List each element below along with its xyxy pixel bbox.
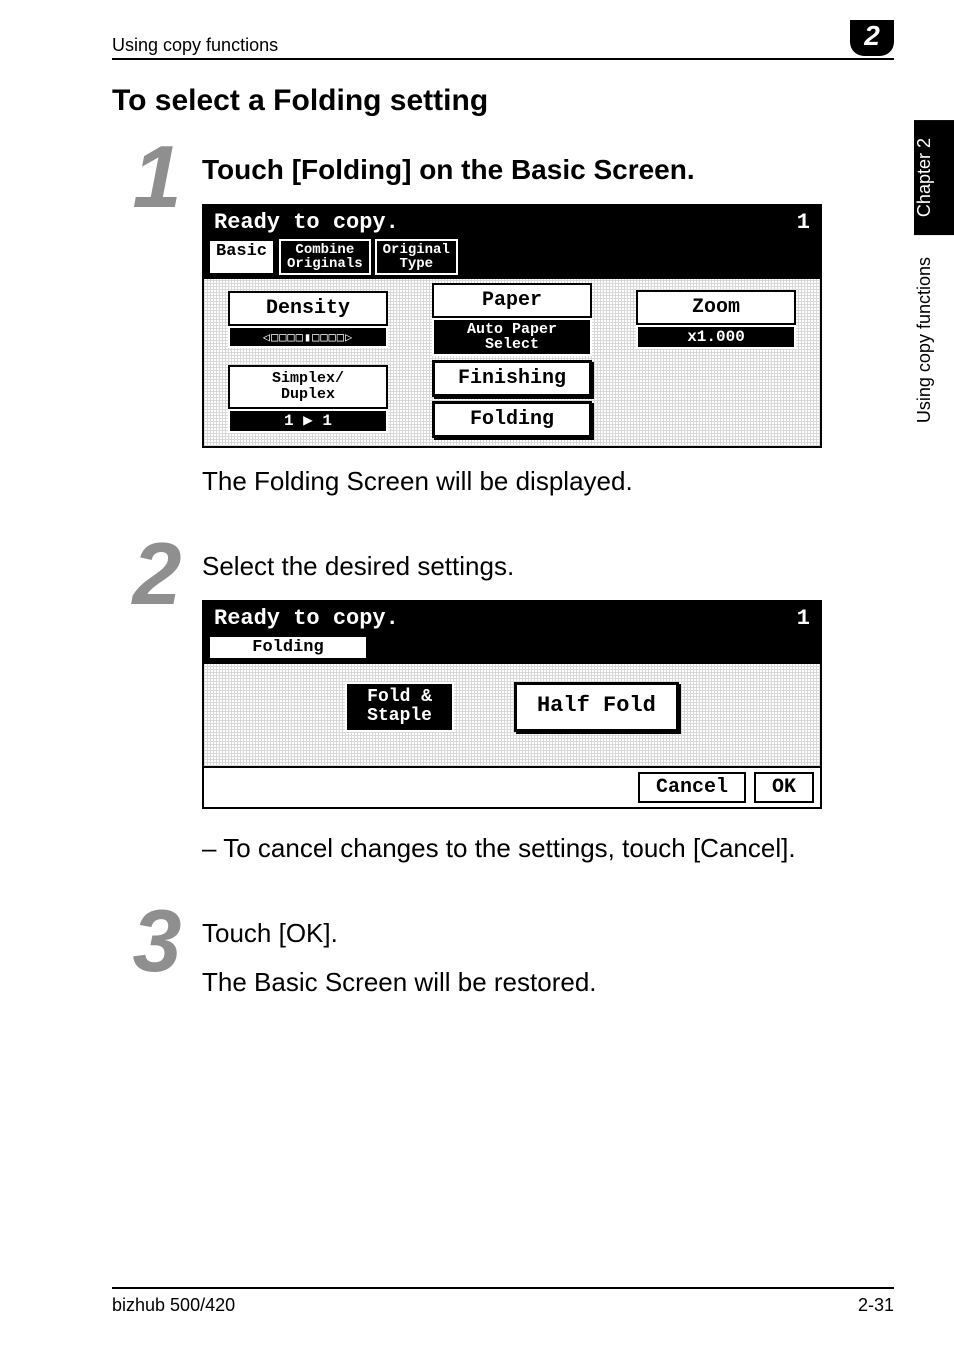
tab-original-type[interactable]: Original Type [375,239,458,275]
ok-button[interactable]: OK [754,772,814,803]
step-1-heading: Touch [Folding] on the Basic Screen. [202,154,894,186]
lcd2-copy-count: 1 [797,606,810,631]
step-number: 2 [112,541,202,607]
density-slider[interactable]: ◁□□□□▮□□□□▷ [228,326,388,348]
footer-model: bizhub 500/420 [112,1295,235,1316]
step-3: 3 Touch [OK]. The Basic Screen will be r… [112,908,894,1022]
simplex-value-button[interactable]: 1 ▶ 1 [228,409,388,433]
basic-screen-lcd: Ready to copy. 1 Basic Combine Originals… [202,204,822,448]
zoom-label: Zoom [636,290,796,325]
tab-folding[interactable]: Folding [208,635,368,660]
tab-basic[interactable]: Basic [208,239,275,275]
step-1: 1 Touch [Folding] on the Basic Screen. R… [112,144,894,521]
lcd-copy-count: 1 [797,210,810,235]
lcd-status: Ready to copy. [214,210,399,235]
option-half-fold[interactable]: Half Fold [514,682,679,732]
step-1-result-text: The Folding Screen will be displayed. [202,466,894,497]
step-2-heading: Select the desired settings. [202,551,894,582]
lcd2-status: Ready to copy. [214,606,399,631]
paper-label: Paper [432,283,592,318]
step-3-heading: Touch [OK]. [202,918,894,949]
page-footer: bizhub 500/420 2-31 [112,1287,894,1316]
paper-select-button[interactable]: Auto Paper Select [432,318,592,356]
running-head-text: Using copy functions [112,35,278,56]
side-tab-chapter: Chapter 2 [914,120,954,235]
simplex-duplex-label: Simplex/ Duplex [228,365,388,409]
chapter-number-bubble: 2 [850,20,894,56]
side-tab: Chapter 2 Using copy functions [914,120,954,530]
step-number: 1 [112,144,202,210]
step-2-note: To cancel changes to the settings, touch… [202,833,894,864]
section-title: To select a Folding setting [112,84,894,118]
step-number: 3 [112,908,202,974]
folding-screen-lcd: Ready to copy. 1 Folding Fold & Staple H… [202,600,822,809]
density-label: Density [228,291,388,326]
footer-page-number: 2-31 [858,1295,894,1316]
side-tab-section: Using copy functions [914,235,954,445]
step-2: 2 Select the desired settings. Ready to … [112,541,894,888]
cancel-button[interactable]: Cancel [638,772,746,803]
tab-combine-originals[interactable]: Combine Originals [279,239,371,275]
running-head: Using copy functions 2 [112,20,894,60]
finishing-button[interactable]: Finishing [432,360,592,397]
option-fold-and-staple[interactable]: Fold & Staple [345,682,454,732]
zoom-value-button[interactable]: x1.000 [636,325,796,349]
step-3-result-text: The Basic Screen will be restored. [202,967,894,998]
folding-button[interactable]: Folding [432,401,592,438]
